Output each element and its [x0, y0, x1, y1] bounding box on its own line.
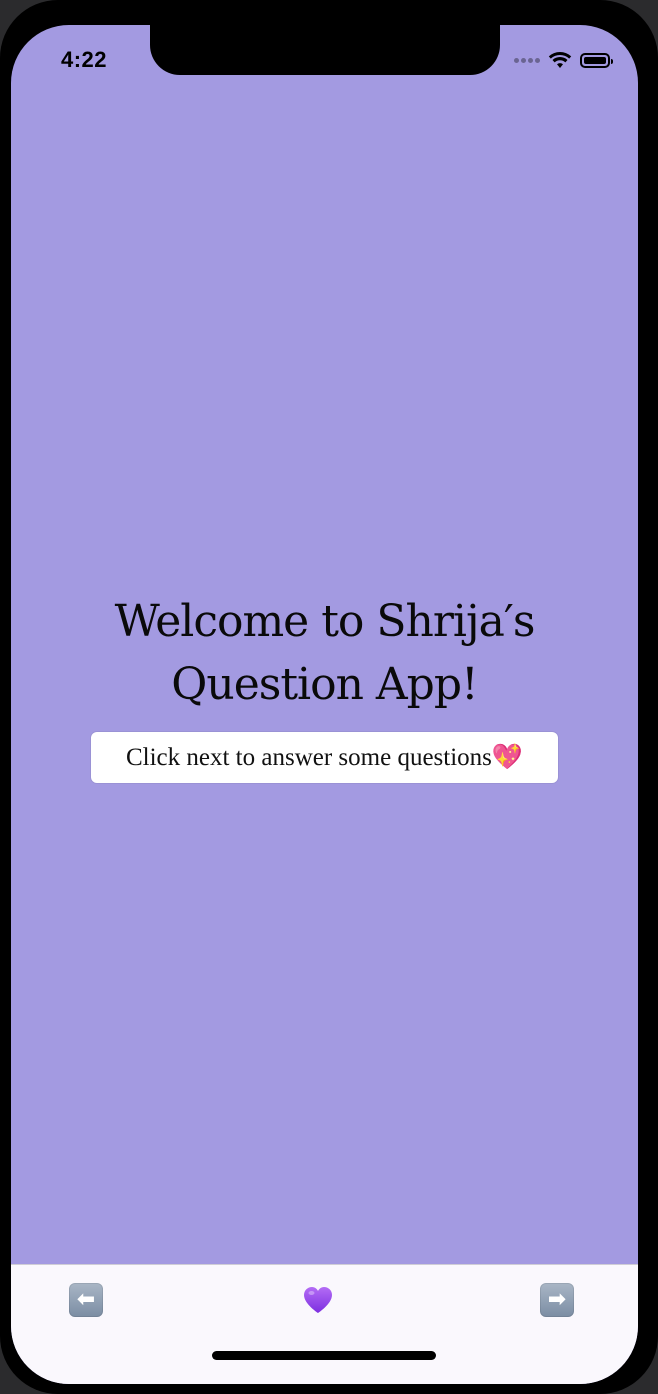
- app-screen: 4:22 Welcome to Shrija′s Question App! C…: [11, 25, 638, 1384]
- next-button[interactable]: ➡: [540, 1283, 574, 1317]
- signal-icon: [514, 57, 540, 63]
- right-arrow-icon: ➡: [547, 1287, 567, 1312]
- welcome-title: Welcome to Shrija′s Question App!: [11, 590, 638, 716]
- welcome-title-line-1: Welcome to Shrija′s: [114, 596, 536, 647]
- device-frame: 4:22 Welcome to Shrija′s Question App! C…: [0, 0, 658, 1394]
- status-icons: [514, 51, 613, 69]
- subtitle-text: Click next to answer some questions💖: [125, 744, 524, 771]
- left-arrow-icon: ⬅: [76, 1287, 96, 1312]
- heart-button[interactable]: [301, 1283, 335, 1317]
- previous-button[interactable]: ⬅: [69, 1283, 103, 1317]
- notch: [150, 25, 500, 75]
- bottom-tab-bar: ⬅ ➡: [11, 1264, 638, 1384]
- home-indicator[interactable]: [212, 1351, 436, 1360]
- battery-icon: [580, 52, 613, 68]
- subtitle-box: Click next to answer some questions💖: [91, 732, 558, 783]
- status-time: 4:22: [61, 47, 108, 72]
- welcome-title-line-2: Question App!: [171, 659, 478, 710]
- purple-heart-icon: [304, 1287, 332, 1313]
- wifi-icon: [548, 52, 572, 68]
